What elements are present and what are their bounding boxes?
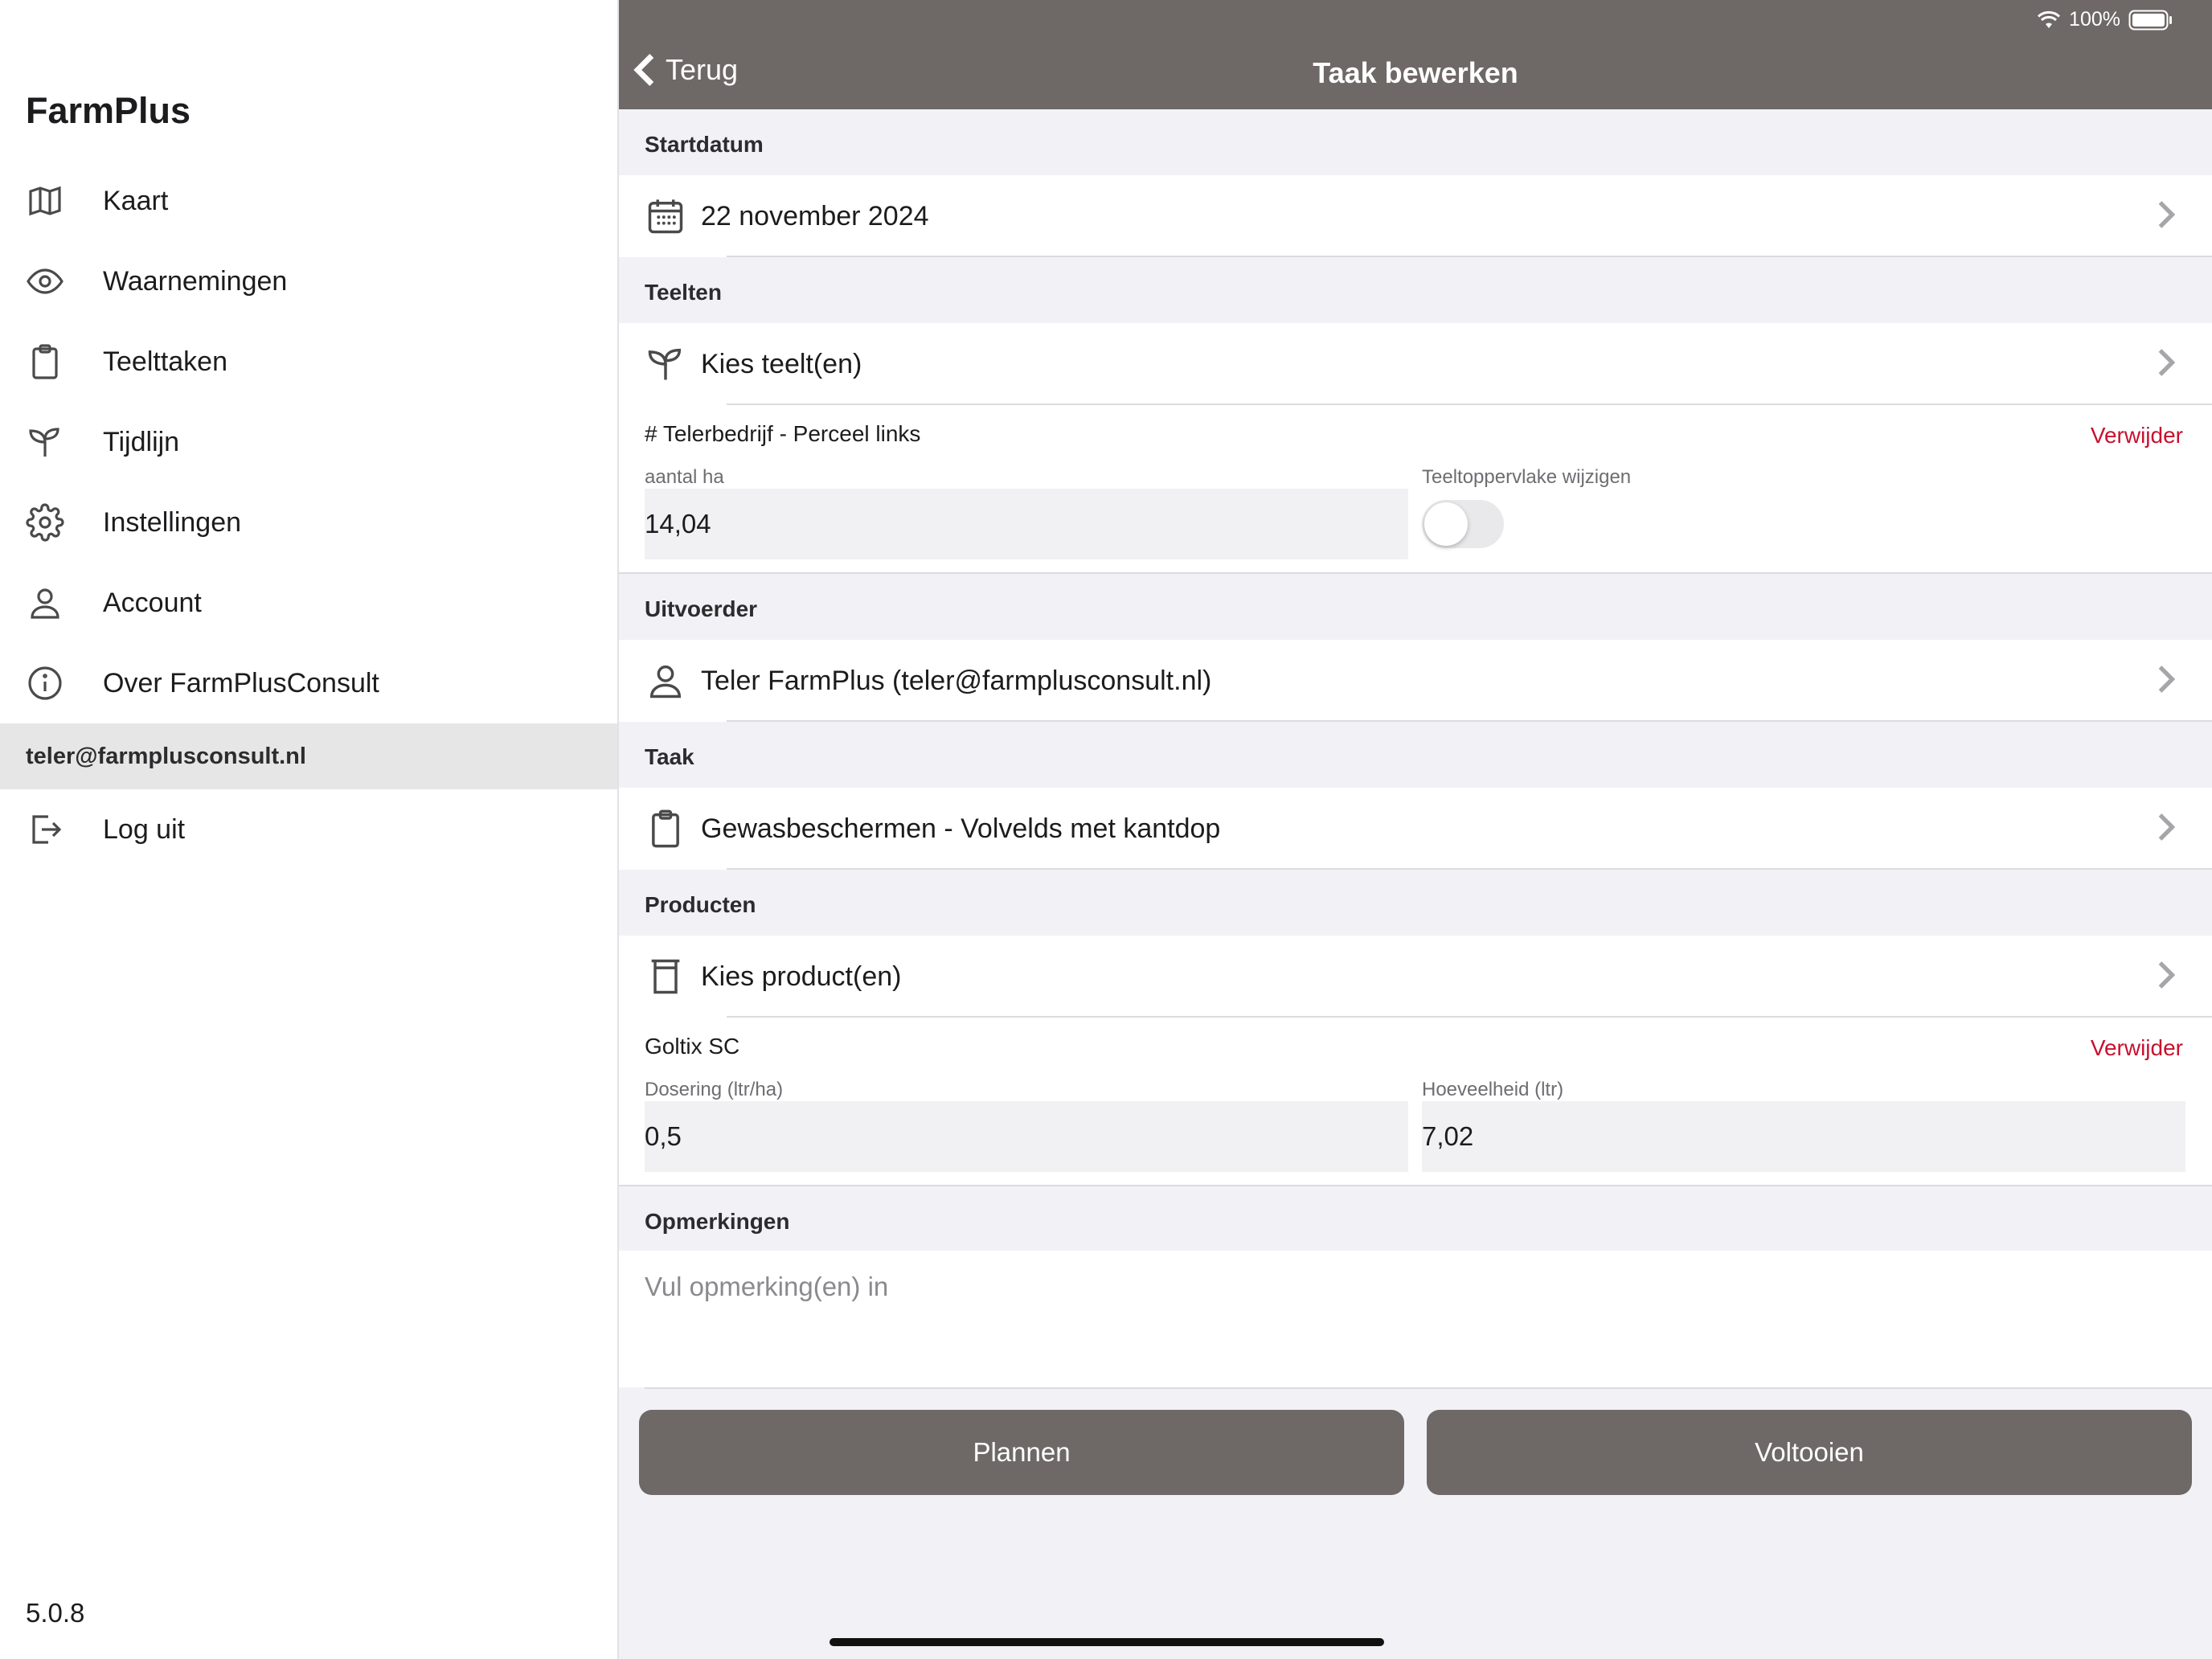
sprout-icon	[619, 343, 701, 385]
app-title: FarmPlus	[26, 90, 191, 131]
logout-container: Log uit	[0, 789, 617, 870]
battery-icon	[2128, 10, 2172, 30]
change-area-toggle[interactable]	[1422, 500, 1504, 548]
sidebar-nav: Kaart Waarnemingen Teelttaken Tijdlijn I…	[0, 161, 617, 723]
sidebar-item-account[interactable]: Account	[0, 563, 617, 643]
sidebar-item-label: Instellingen	[103, 506, 242, 538]
calendar-icon	[619, 195, 701, 237]
battery-percentage: 100%	[2069, 8, 2120, 31]
amount-input[interactable]: 7,02	[1422, 1101, 2185, 1172]
logout-button[interactable]: Log uit	[0, 789, 617, 870]
choose-product-label: Kies product(en)	[701, 961, 902, 992]
sidebar-item-label: Waarnemingen	[103, 265, 288, 297]
wifi-icon	[2038, 10, 2061, 28]
choose-crop-row[interactable]: Kies teelt(en)	[619, 323, 2212, 405]
choose-crop-label: Kies teelt(en)	[701, 348, 862, 379]
sidebar-item-tijdlijn[interactable]: Tijdlijn	[0, 402, 617, 482]
choose-product-row[interactable]: Kies product(en)	[619, 936, 2212, 1018]
dose-input[interactable]: 0,5	[645, 1101, 1408, 1172]
dose-label: Dosering (ltr/ha)	[645, 1079, 784, 1100]
complete-button[interactable]: Voltooien	[1427, 1410, 2192, 1495]
divider	[727, 720, 2212, 722]
divider	[619, 1185, 2212, 1186]
divider	[645, 1387, 2212, 1389]
nav-bar: 100% Terug Taak bewerken	[619, 0, 2212, 109]
chevron-right-icon	[2157, 665, 2186, 698]
area-input[interactable]: 14,04	[645, 489, 1408, 559]
section-header-startdatum: Startdatum	[645, 132, 764, 157]
sidebar-item-label: Tijdlijn	[103, 426, 180, 457]
executor-row[interactable]: Teler FarmPlus (teler@farmplusconsult.nl…	[619, 640, 2212, 722]
sidebar-item-over[interactable]: Over FarmPlusConsult	[0, 643, 617, 723]
eye-icon	[0, 262, 103, 301]
sprout-icon	[0, 423, 103, 461]
main-panel: 100% Terug Taak bewerken Startdatum 22 n…	[619, 0, 2212, 1659]
amount-label: Hoeveelheid (ltr)	[1422, 1079, 1564, 1100]
container-icon	[619, 956, 701, 997]
sidebar-item-label: Account	[103, 587, 202, 618]
task-value: Gewasbeschermen - Volvelds met kantdop	[701, 813, 1221, 844]
selected-crop-card: # Telerbedrijf - Perceel links Verwijder…	[619, 405, 2212, 572]
sidebar-item-label: Kaart	[103, 185, 169, 216]
startdatum-row[interactable]: 22 november 2024	[619, 175, 2212, 257]
plan-button[interactable]: Plannen	[639, 1410, 1404, 1495]
sidebar: FarmPlus Kaart Waarnemingen Teelttaken T…	[0, 0, 619, 1659]
gear-icon	[0, 503, 103, 542]
status-bar: 100%	[2037, 8, 2173, 31]
page-title: Taak bewerken	[1313, 56, 1518, 89]
sidebar-item-label: Teelttaken	[103, 346, 227, 377]
area-label: aantal ha	[645, 466, 724, 488]
section-header-producten: Producten	[645, 892, 756, 917]
user-icon	[619, 660, 701, 702]
sidebar-item-label: Over FarmPlusConsult	[103, 667, 379, 698]
app-version: 5.0.8	[26, 1598, 85, 1628]
executor-value: Teler FarmPlus (teler@farmplusconsult.nl…	[701, 665, 1212, 696]
remarks-area[interactable]: Vul opmerking(en) in	[619, 1251, 2212, 1387]
chevron-right-icon	[2157, 961, 2186, 993]
task-row[interactable]: Gewasbeschermen - Volvelds met kantdop	[619, 788, 2212, 870]
section-header-teelten: Teelten	[645, 280, 722, 305]
selected-crop-title: # Telerbedrijf - Perceel links	[645, 421, 921, 446]
user-email: teler@farmplusconsult.nl	[0, 723, 617, 789]
user-icon	[0, 584, 103, 622]
sidebar-item-waarnemingen[interactable]: Waarnemingen	[0, 241, 617, 322]
clipboard-icon	[619, 808, 701, 850]
sidebar-item-kaart[interactable]: Kaart	[0, 161, 617, 241]
logout-label: Log uit	[103, 813, 186, 845]
map-icon	[0, 182, 103, 220]
remove-crop-button[interactable]: Verwijder	[2091, 423, 2183, 449]
sidebar-item-teelttaken[interactable]: Teelttaken	[0, 322, 617, 402]
clipboard-icon	[0, 342, 103, 381]
startdatum-value: 22 november 2024	[701, 200, 929, 231]
sidebar-item-instellingen[interactable]: Instellingen	[0, 482, 617, 563]
info-icon	[0, 664, 103, 703]
chevron-right-icon	[2157, 348, 2186, 381]
logout-icon	[0, 810, 103, 849]
divider	[727, 256, 2212, 257]
remove-product-button[interactable]: Verwijder	[2091, 1035, 2183, 1061]
remarks-placeholder: Vul opmerking(en) in	[645, 1272, 889, 1301]
divider	[619, 572, 2212, 574]
divider	[727, 868, 2212, 870]
selected-product-card: Goltix SC Verwijder Dosering (ltr/ha) 0,…	[619, 1018, 2212, 1185]
chevron-right-icon	[2157, 200, 2186, 233]
chevron-right-icon	[2157, 813, 2186, 846]
section-header-uitvoerder: Uitvoerder	[645, 596, 758, 621]
section-header-opmerkingen: Opmerkingen	[645, 1209, 790, 1234]
toggle-label: Teeltoppervlake wijzigen	[1422, 466, 1632, 488]
section-header-taak: Taak	[645, 744, 694, 769]
selected-product-title: Goltix SC	[645, 1034, 740, 1059]
toggle-knob	[1424, 502, 1468, 546]
home-indicator[interactable]	[830, 1638, 1384, 1646]
